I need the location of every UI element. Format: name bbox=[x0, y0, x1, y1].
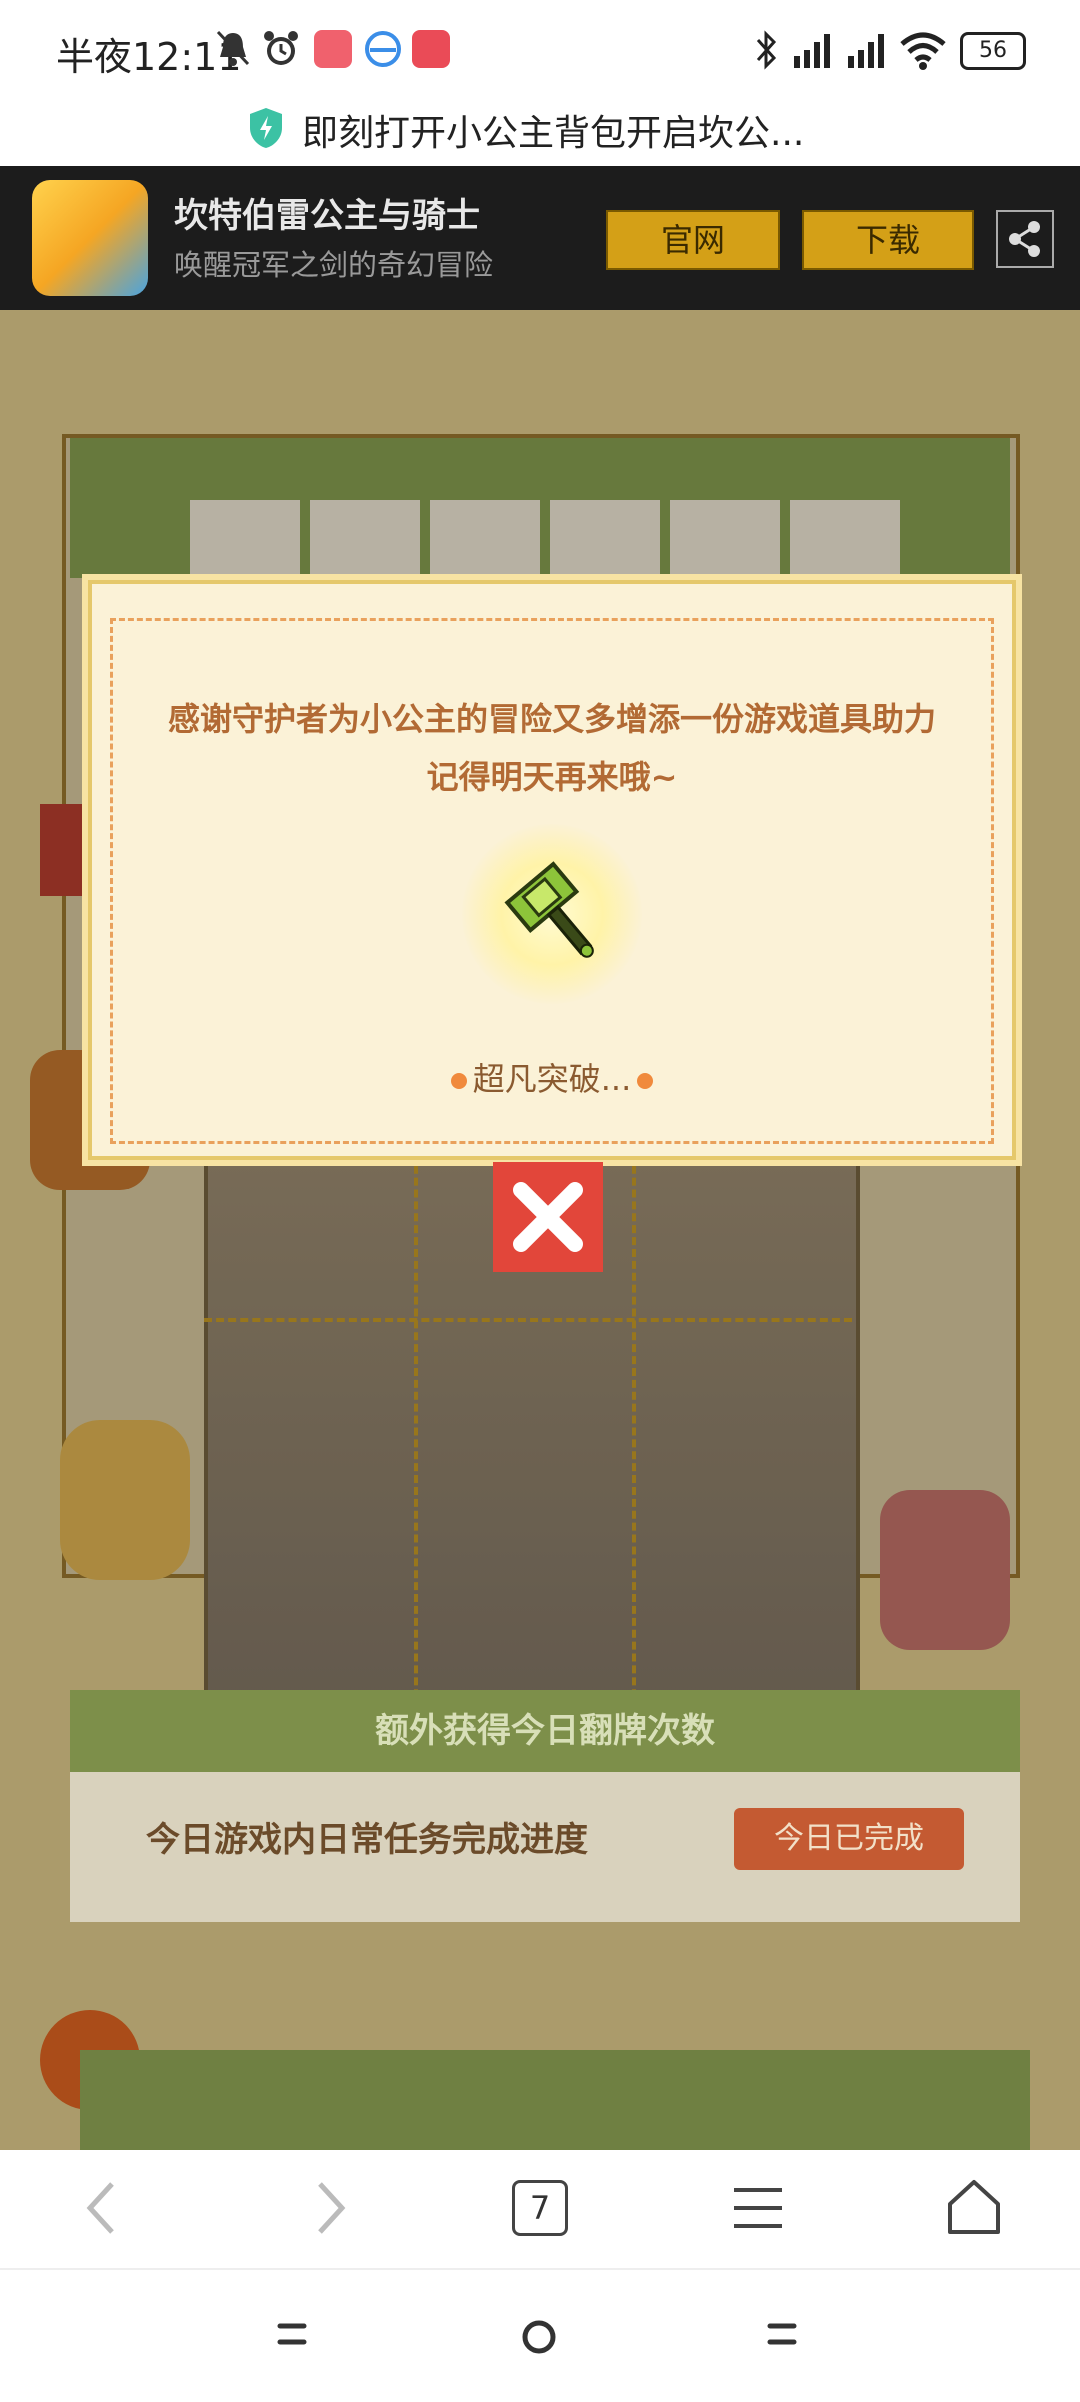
security-shield-icon bbox=[246, 106, 286, 154]
dot-decoration bbox=[637, 1073, 654, 1089]
tab-count: 7 bbox=[529, 2189, 551, 2227]
app-title: 坎特伯雷公主与骑士 bbox=[174, 196, 480, 236]
next-card bbox=[80, 2050, 1030, 2150]
silent-bell-icon bbox=[216, 30, 250, 72]
app-banner: 坎特伯雷公主与骑士 唤醒冠军之剑的奇幻冒险 官网 下载 bbox=[0, 166, 1080, 310]
browser-icon bbox=[364, 30, 402, 72]
task-panel-body: 今日游戏内日常任务完成进度 今日已完成 bbox=[70, 1772, 1020, 1922]
app-subtitle: 唤醒冠军之剑的奇幻冒险 bbox=[174, 248, 494, 282]
signal-hd-2-icon bbox=[844, 30, 888, 74]
tabs-count-box: 7 bbox=[512, 2180, 568, 2236]
share-button[interactable] bbox=[996, 210, 1054, 268]
download-button[interactable]: 下载 bbox=[802, 210, 974, 270]
bluetooth-icon bbox=[752, 30, 780, 74]
share-icon bbox=[1009, 221, 1040, 257]
browser-toolbar: 7 bbox=[0, 2150, 1080, 2268]
app-avatar bbox=[32, 180, 148, 296]
task-panel: 额外获得今日翻牌次数 今日游戏内日常任务完成进度 今日已完成 bbox=[70, 1690, 1020, 1922]
battery-icon: 56 bbox=[960, 32, 1026, 70]
page-title: 即刻打开小公主背包开启坎公... bbox=[302, 113, 805, 154]
status-time: 半夜12:11 bbox=[56, 35, 242, 79]
status-bar: 半夜12:11 56 bbox=[0, 0, 1080, 100]
wifi-icon bbox=[898, 30, 948, 74]
menu-icon[interactable] bbox=[720, 2170, 796, 2246]
taobao-icon bbox=[314, 30, 352, 68]
battery-level: 56 bbox=[979, 38, 1007, 63]
back-gesture-icon[interactable] bbox=[762, 2314, 802, 2358]
reward-hammer-icon bbox=[496, 854, 616, 978]
modal-close-button[interactable] bbox=[493, 1162, 603, 1272]
home-circle-icon[interactable] bbox=[516, 2314, 562, 2364]
alarm-clock-icon bbox=[262, 30, 300, 72]
task-status-button[interactable]: 今日已完成 bbox=[734, 1808, 964, 1870]
signal-hd-1-icon bbox=[790, 30, 834, 74]
task-panel-header: 额外获得今日翻牌次数 bbox=[70, 1690, 1020, 1772]
modal-message-line1: 感谢守护者为小公主的冒险又多增添一份游戏道具助力 bbox=[167, 700, 936, 738]
recent-apps-icon[interactable] bbox=[272, 2314, 312, 2358]
netease-music-icon bbox=[412, 30, 450, 68]
reward-modal: 感谢守护者为小公主的冒险又多增添一份游戏道具助力 记得明天再来哦~ 超凡突破..… bbox=[88, 580, 1016, 1160]
home-icon[interactable] bbox=[936, 2170, 1012, 2246]
reward-hint-text: 超凡突破... bbox=[472, 1060, 632, 1098]
forward-icon[interactable] bbox=[290, 2170, 366, 2246]
reward-hint: 超凡突破... bbox=[92, 1054, 1012, 1100]
url-bar[interactable]: 即刻打开小公主背包开启坎公... bbox=[0, 100, 1080, 166]
dot-decoration bbox=[450, 1073, 467, 1089]
task-progress-label: 今日游戏内日常任务完成进度 bbox=[146, 1820, 588, 1860]
official-site-button[interactable]: 官网 bbox=[606, 210, 780, 270]
modal-message-line2: 记得明天再来哦~ bbox=[426, 758, 678, 796]
tabs-button[interactable]: 7 bbox=[502, 2170, 578, 2246]
system-nav-bar bbox=[0, 2268, 1080, 2402]
close-icon bbox=[513, 1182, 583, 1252]
back-icon[interactable] bbox=[66, 2170, 142, 2246]
